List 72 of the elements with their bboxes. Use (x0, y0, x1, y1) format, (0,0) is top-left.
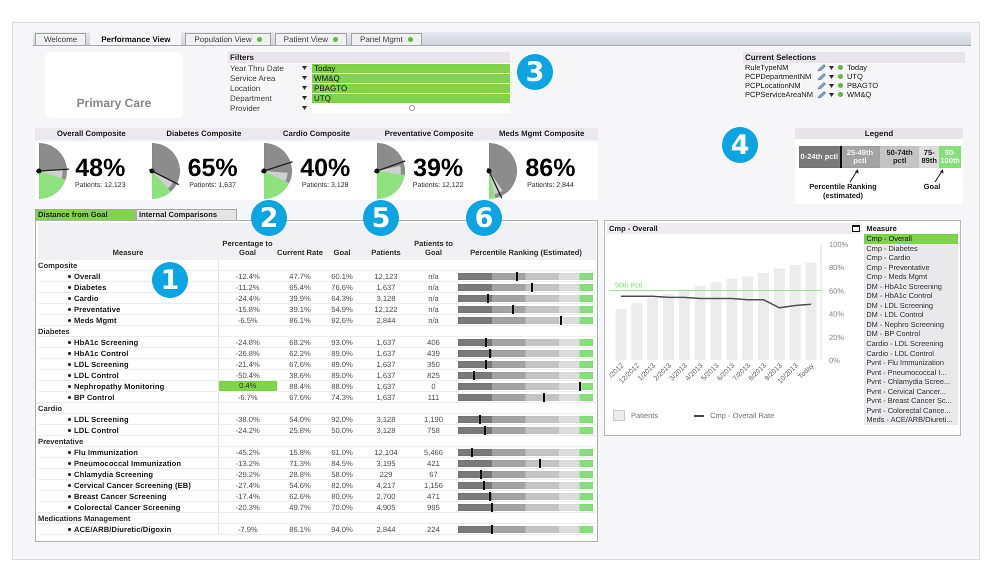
panel-title: Filters (228, 52, 510, 63)
composite-value: 86% (525, 154, 576, 182)
pointer-arrow (850, 169, 858, 182)
legend-swatch (613, 410, 625, 421)
filter-value-field[interactable]: PBAGTO (312, 84, 510, 92)
bullet-icon (68, 428, 71, 432)
gauge-drawing (486, 143, 518, 199)
filter-value-field[interactable]: UTQ (312, 94, 510, 102)
bullet-icon (68, 506, 71, 508)
percentile-marker (840, 146, 842, 168)
gauge-drawing (36, 143, 69, 199)
circle-icon (409, 105, 415, 111)
gauge-drawing (374, 143, 406, 199)
logo-title: Primary Care (76, 96, 152, 110)
bullet-icon (68, 418, 71, 420)
callout-badge: 3 (517, 54, 553, 90)
callout-badge: 5 (363, 200, 399, 236)
chart-bar (647, 297, 658, 360)
dropdown-icon[interactable] (302, 66, 307, 70)
bullet-icon (68, 374, 71, 376)
callout-badge: 4 (722, 127, 758, 163)
bullet-icon (68, 384, 71, 388)
bullet-icon (68, 308, 71, 310)
filter-value-field[interactable]: WM&Q (312, 74, 510, 82)
bullet-icon (68, 318, 71, 322)
status-dot-icon (838, 92, 843, 97)
filter-label: Department (230, 94, 273, 102)
bullet-icon (68, 396, 71, 398)
callout-badge: 2 (251, 200, 287, 236)
dropdown-icon[interactable] (302, 96, 307, 100)
legend-title: Legend (795, 128, 963, 139)
bullet-icon (68, 362, 71, 366)
bullet-icon (68, 528, 71, 530)
window-icon[interactable] (852, 225, 860, 232)
composite-value: 40% (300, 154, 350, 182)
bullet-icon (68, 462, 71, 464)
gauge-drawing (148, 143, 180, 199)
tab[interactable]: Performance View (90, 32, 182, 45)
filter-label: Provider (230, 104, 261, 112)
filter-label: Service Area (230, 74, 276, 82)
chart-bar (662, 294, 674, 360)
bullet-icon (68, 286, 71, 288)
dropdown-icon[interactable] (302, 86, 307, 90)
gauge-drawing (261, 143, 293, 199)
tab[interactable]: Panel Mgmt (350, 33, 422, 45)
bullet-icon (68, 296, 71, 300)
composite-value: 65% (188, 154, 238, 182)
bullet-icon (68, 340, 71, 344)
tab[interactable]: Welcome (35, 33, 86, 45)
bullet-icon (68, 274, 71, 278)
dropdown-icon[interactable] (302, 76, 307, 80)
tab[interactable]: Patient View (274, 33, 347, 45)
composite-value: 39% (413, 154, 464, 182)
panel-title: Current Selections (743, 52, 965, 63)
composite-value: 48% (75, 154, 126, 182)
filter-label: Year Thru Date (230, 64, 285, 72)
tab[interactable]: Population View (185, 33, 271, 45)
bullet-icon (68, 352, 71, 354)
status-dot-icon (838, 74, 843, 79)
chart-bar (678, 289, 690, 360)
status-dot-icon (838, 65, 843, 70)
filter-value-field[interactable]: Today (312, 64, 510, 72)
bullet-icon (68, 484, 71, 486)
filter-value-field[interactable] (312, 104, 510, 112)
dropdown-icon[interactable] (302, 106, 307, 110)
filter-label: Location (230, 84, 262, 92)
bullet-icon (68, 472, 71, 476)
callout-badge: 6 (466, 200, 502, 236)
status-dot-icon (838, 83, 843, 88)
pointer-arrow (934, 169, 944, 182)
bullet-icon (68, 494, 71, 498)
bullet-icon (68, 450, 71, 454)
